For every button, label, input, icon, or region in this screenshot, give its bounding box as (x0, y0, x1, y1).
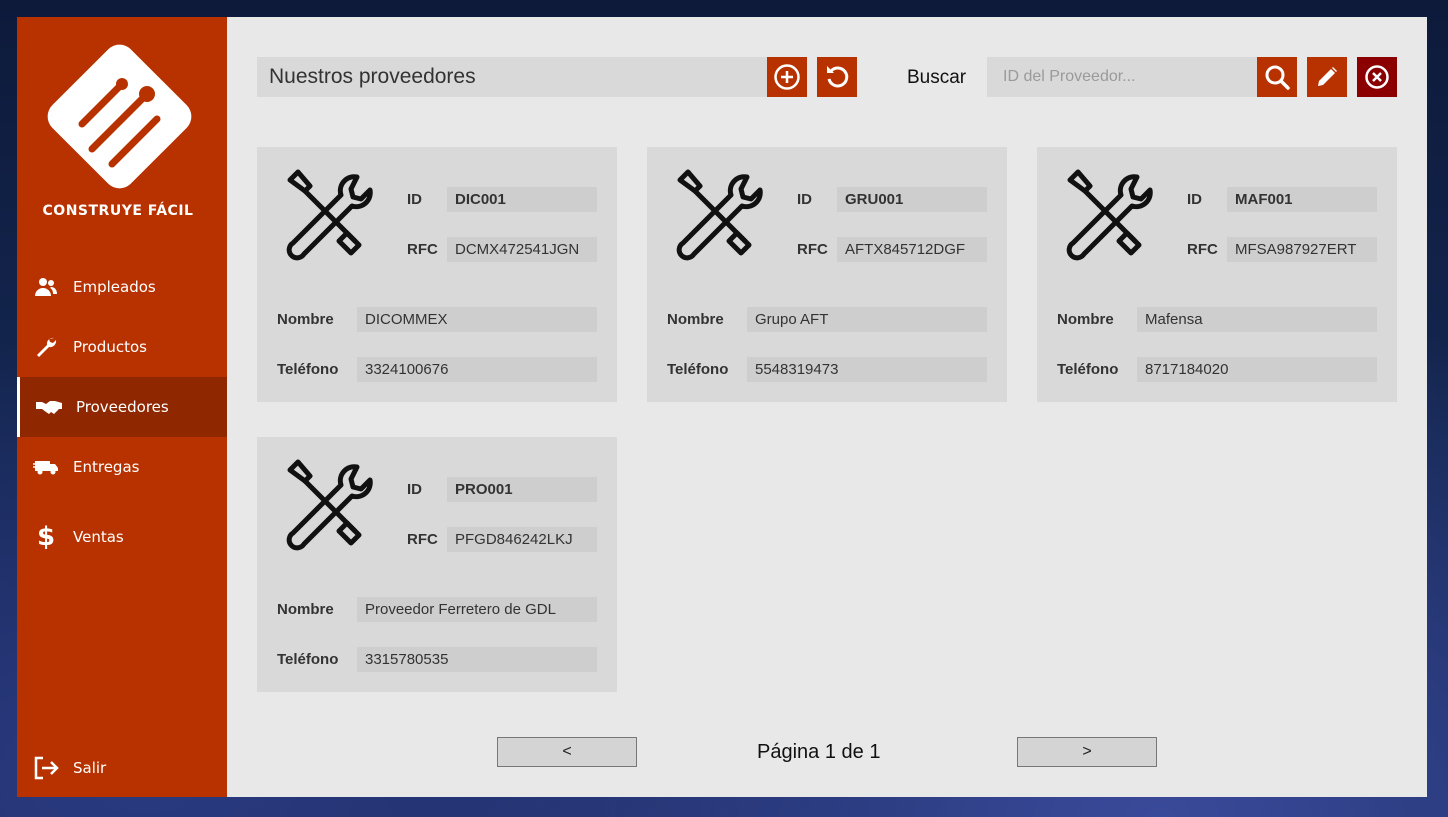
supplier-id: GRU001 (837, 187, 987, 212)
supplier-rfc: MFSA987927ERT (1227, 237, 1377, 262)
rfc-label: RFC (797, 241, 828, 258)
logout-icon (33, 755, 59, 781)
supplier-name: Mafensa (1137, 307, 1377, 332)
tools-icon (676, 169, 763, 261)
id-label: ID (797, 191, 812, 208)
add-supplier-button[interactable] (767, 57, 807, 97)
pencil-icon (1318, 67, 1337, 86)
tools-icon (286, 169, 373, 261)
sidebar-item-label: Proveedores (76, 398, 169, 416)
nombre-label: Nombre (277, 601, 334, 618)
search-input[interactable] (987, 57, 1257, 97)
sidebar-item-label: Ventas (73, 528, 124, 546)
dollar-icon: $ (36, 522, 56, 552)
nombre-label: Nombre (277, 311, 334, 328)
logo-icon (47, 44, 192, 189)
page-title-bar: Nuestros proveedores (257, 57, 767, 97)
id-label: ID (1187, 191, 1202, 208)
id-label: ID (407, 191, 422, 208)
supplier-id: PRO001 (447, 477, 597, 502)
tools-icon (1066, 169, 1153, 261)
supplier-rfc: DCMX472541JGN (447, 237, 597, 262)
rfc-label: RFC (407, 531, 438, 548)
supplier-card[interactable]: ID DIC001 RFC DCMX472541JGN Nombre DICOM… (257, 147, 617, 402)
sidebar-item-productos[interactable]: Productos (17, 317, 227, 377)
tools-icon (286, 459, 373, 551)
supplier-rfc: PFGD846242LKJ (447, 527, 597, 552)
nombre-label: Nombre (667, 311, 724, 328)
supplier-card[interactable]: ID GRU001 RFC AFTX845712DGF Nombre Grupo… (647, 147, 1007, 402)
id-label: ID (407, 481, 422, 498)
next-page-button[interactable]: > (1017, 737, 1157, 767)
telefono-label: Teléfono (667, 361, 729, 378)
refresh-icon (827, 66, 849, 88)
refresh-button[interactable] (817, 57, 857, 97)
supplier-id: MAF001 (1227, 187, 1377, 212)
main-content: Nuestros proveedores Buscar ID DIC001 RF… (227, 17, 1427, 797)
page-title: Nuestros proveedores (269, 65, 476, 88)
handshake-icon (36, 394, 62, 420)
supplier-phone: 3315780535 (357, 647, 597, 672)
supplier-card[interactable]: ID PRO001 RFC PFGD846242LKJ Nombre Prove… (257, 437, 617, 692)
sidebar-item-label: Empleados (73, 278, 156, 296)
supplier-name: Proveedor Ferretero de GDL (357, 597, 597, 622)
sidebar: CONSTRUYE FÁCIL Empleados Productos Prov… (17, 17, 227, 797)
close-circle-icon (1365, 65, 1389, 89)
supplier-id: DIC001 (447, 187, 597, 212)
truck-icon (33, 454, 59, 480)
brand-name: CONSTRUYE FÁCIL (42, 203, 194, 219)
supplier-name: Grupo AFT (747, 307, 987, 332)
sidebar-item-ventas[interactable]: $ Ventas (17, 507, 227, 567)
nombre-label: Nombre (1057, 311, 1114, 328)
plus-circle-icon (774, 64, 800, 90)
supplier-phone: 8717184020 (1137, 357, 1377, 382)
supplier-phone: 3324100676 (357, 357, 597, 382)
users-icon (33, 274, 59, 300)
page-indicator: Página 1 de 1 (757, 741, 881, 763)
rfc-label: RFC (407, 241, 438, 258)
logout-button[interactable]: Salir (17, 738, 227, 798)
search-icon (1265, 65, 1290, 90)
wrench-icon (33, 334, 59, 360)
rfc-label: RFC (1187, 241, 1218, 258)
sidebar-item-proveedores[interactable]: Proveedores (17, 377, 227, 437)
app-window: CONSTRUYE FÁCIL Empleados Productos Prov… (17, 17, 1427, 797)
telefono-label: Teléfono (1057, 361, 1119, 378)
search-label: Buscar (907, 67, 967, 88)
edit-button[interactable] (1307, 57, 1347, 97)
delete-button[interactable] (1357, 57, 1397, 97)
supplier-rfc: AFTX845712DGF (837, 237, 987, 262)
supplier-card[interactable]: ID MAF001 RFC MFSA987927ERT Nombre Mafen… (1037, 147, 1397, 402)
supplier-phone: 5548319473 (747, 357, 987, 382)
telefono-label: Teléfono (277, 361, 339, 378)
prev-page-button[interactable]: < (497, 737, 637, 767)
sidebar-item-empleados[interactable]: Empleados (17, 257, 227, 317)
supplier-name: DICOMMEX (357, 307, 597, 332)
sidebar-item-entregas[interactable]: Entregas (17, 437, 227, 497)
sidebar-item-label: Entregas (73, 458, 140, 476)
sidebar-item-label: Productos (73, 338, 147, 356)
search-button[interactable] (1257, 57, 1297, 97)
logout-label: Salir (73, 759, 107, 777)
telefono-label: Teléfono (277, 651, 339, 668)
